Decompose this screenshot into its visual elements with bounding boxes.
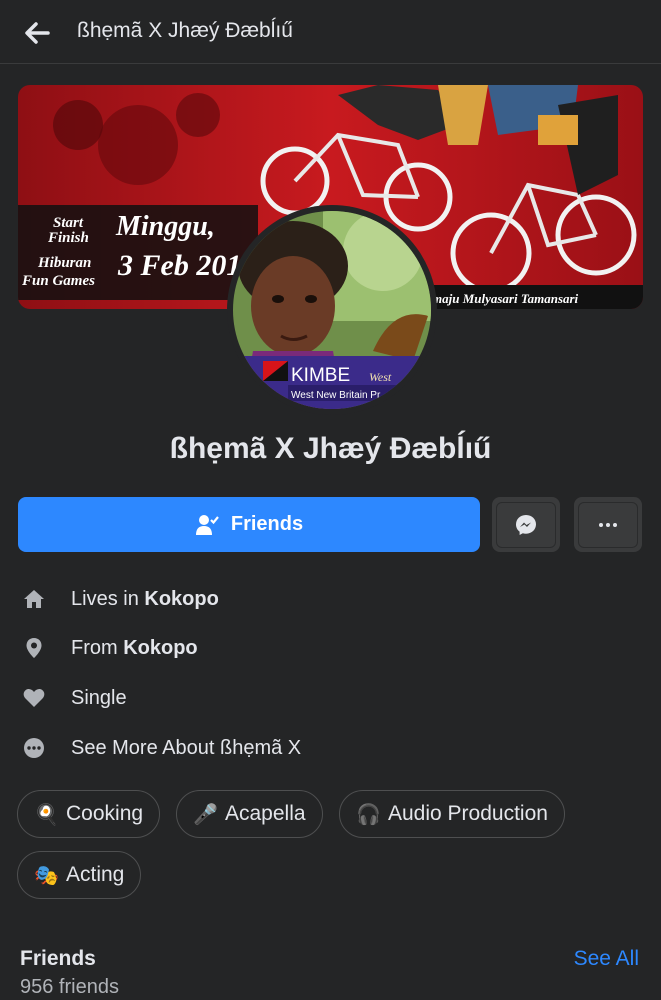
hobby-chip-acting[interactable]: 🎭 Acting (17, 851, 142, 899)
location-pin-icon (26, 638, 42, 658)
badge-text: KIMBE (291, 365, 350, 386)
intro-from-prefix: From (71, 637, 124, 659)
intro-from: From Kokopo (0, 628, 661, 668)
badge-subtext: West New Britain Pr (291, 390, 381, 401)
intro-see-more-text: See More About ßhẹmã X (71, 737, 302, 759)
hobby-chip-audio-production[interactable]: 🎧 Audio Production (339, 790, 565, 838)
cover-text-hiburan: Hiburan (37, 255, 91, 271)
cover-text-start: Start (53, 215, 84, 231)
hobby-label: Acapella (225, 802, 306, 825)
messenger-icon (516, 514, 536, 535)
top-bar: ßhẹmã X Jhæý Ðæbĺıű (0, 0, 661, 64)
theater-masks-icon: 🎭 (34, 864, 59, 887)
profile-picture[interactable]: KIMBE West West New Britain Pr (227, 205, 437, 415)
hobby-label: Audio Production (388, 802, 548, 825)
headphones-icon: 🎧 (356, 803, 381, 826)
home-icon (24, 590, 44, 608)
intro-relationship: Single (0, 678, 661, 718)
cover-text-date: 3 Feb 201 (117, 249, 241, 282)
microphone-icon: 🎤 (193, 803, 218, 826)
avatar-image: KIMBE West West New Britain Pr (233, 211, 431, 409)
hobby-label: Cooking (66, 802, 144, 825)
hobby-label: Acting (66, 863, 125, 886)
friends-button-label: Friends (230, 513, 304, 535)
cover-text-finish: Finish (47, 230, 89, 246)
messenger-button[interactable] (492, 497, 560, 552)
intro-see-more[interactable]: See More About ßhẹmã X (0, 728, 661, 768)
more-icon (599, 522, 617, 527)
heart-icon (23, 689, 45, 707)
profile-name: ßhẹmã X Jhæý Ðæbĺıű (169, 432, 492, 465)
friends-section-title: Friends (20, 947, 96, 970)
friends-check-icon (195, 514, 219, 535)
intro-lives-in-value[interactable]: Kokopo (144, 588, 218, 610)
header-title: ßhẹmã X Jhæý Ðæbĺıű (77, 19, 293, 42)
intro-from-value[interactable]: Kokopo (123, 637, 197, 659)
friends-button[interactable]: Friends (18, 497, 480, 552)
cooking-icon: 🍳 (34, 803, 59, 826)
intro-lives-in-prefix: Lives in (71, 588, 145, 610)
cover-text-fun-games: Fun Games (21, 273, 95, 289)
intro-lives-in: Lives in Kokopo (0, 579, 661, 619)
cover-text-minggu: Minggu, (115, 211, 215, 242)
back-arrow-icon[interactable] (22, 18, 52, 48)
hobby-chip-cooking[interactable]: 🍳 Cooking (17, 790, 161, 838)
cover-text-location: maju Mulyasari Tamansari (432, 291, 579, 306)
see-all-friends-link[interactable]: See All (574, 947, 639, 971)
hobby-chip-acapella[interactable]: 🎤 Acapella (176, 790, 323, 838)
friends-count: 956 friends (20, 976, 119, 998)
ellipsis-icon (24, 738, 44, 758)
intro-relationship-text: Single (71, 687, 127, 709)
more-options-button[interactable] (574, 497, 642, 552)
badge-script: West (369, 370, 392, 384)
